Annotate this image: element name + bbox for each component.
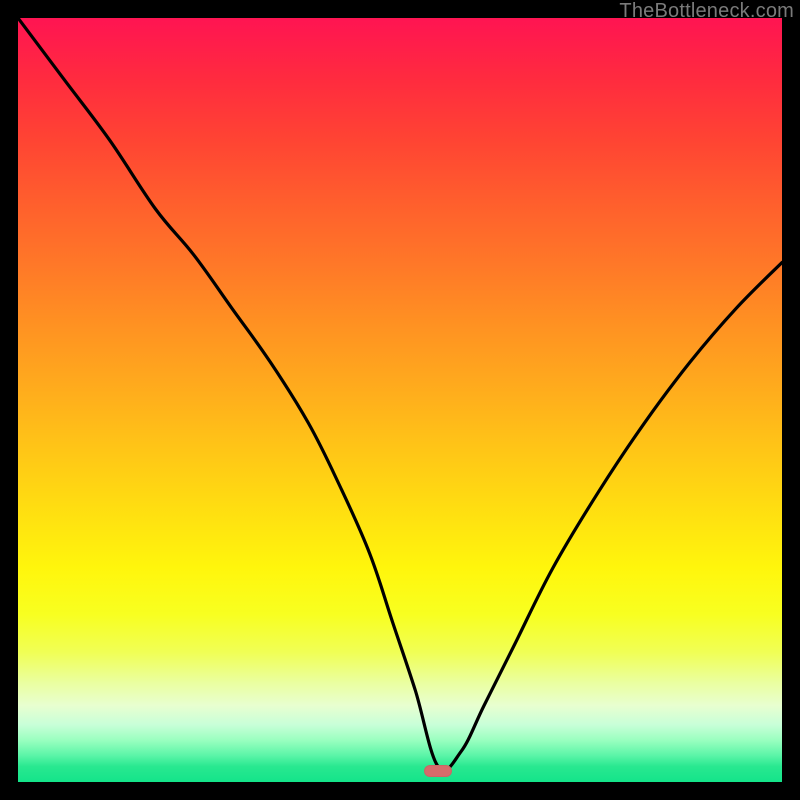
optimal-marker: [424, 765, 452, 777]
bottleneck-curve: [18, 18, 782, 782]
attribution-text: TheBottleneck.com: [619, 0, 794, 23]
curve-path: [18, 18, 782, 770]
plot-area: [18, 18, 782, 782]
chart-frame: TheBottleneck.com: [0, 0, 800, 800]
